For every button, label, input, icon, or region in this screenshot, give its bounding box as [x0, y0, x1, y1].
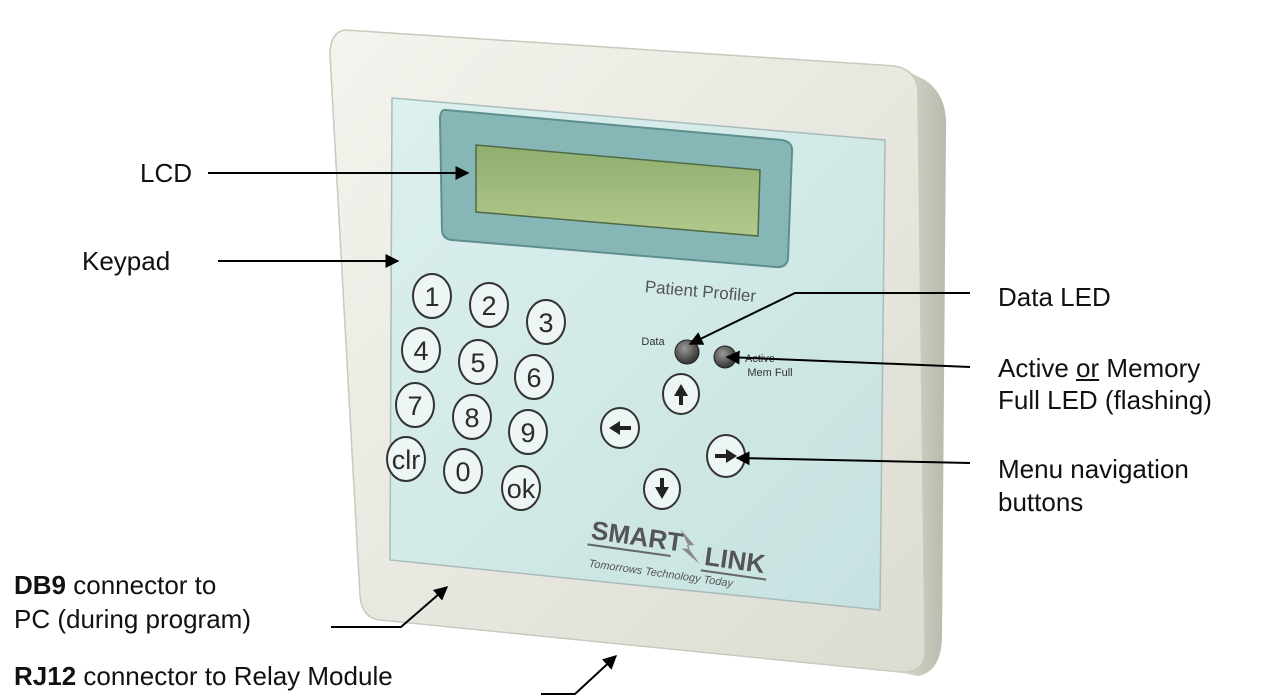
callout-lcd: LCD — [140, 158, 193, 188]
callout-db9-rest: connector to — [73, 570, 217, 600]
callout-data-led: Data LED — [998, 282, 1111, 312]
callout-active-led-word: Active — [998, 353, 1069, 383]
data-led — [674, 339, 700, 365]
callout-menu-nav-line-2: buttons — [998, 487, 1084, 517]
keypad-key-label: 6 — [526, 363, 541, 393]
keypad-key-clr[interactable]: clr — [386, 436, 426, 482]
keypad-key-3[interactable]: 3 — [526, 299, 566, 345]
callout-active-led-or: or — [1076, 353, 1100, 383]
nav-button-right[interactable] — [706, 434, 746, 478]
diagram-stage: Patient Profiler 1 2 3 4 5 6 7 8 9 clr 0 ok Data Ac… — [0, 0, 1268, 698]
keypad-key-2[interactable]: 2 — [469, 282, 509, 328]
callout-db9-bold: DB9 — [14, 570, 67, 600]
callout-rj12-bold: RJ12 — [14, 661, 77, 691]
keypad-key-0[interactable]: 0 — [443, 448, 483, 494]
keypad-key-label: 8 — [464, 403, 479, 433]
rj12-arrow — [541, 655, 618, 695]
keypad-key-label: 0 — [455, 457, 470, 487]
callout-active-led: Active or Memory — [998, 352, 1200, 384]
keypad-key-8[interactable]: 8 — [452, 394, 492, 440]
callout-rj12: RJ12 connector to Relay Module — [14, 660, 393, 692]
keypad-key-9[interactable]: 9 — [508, 409, 548, 455]
keypad-key-4[interactable]: 4 — [401, 327, 441, 373]
callout-active-led-memory: Memory — [1106, 353, 1201, 383]
nav-button-down[interactable] — [643, 468, 681, 510]
keypad-key-6[interactable]: 6 — [514, 354, 554, 400]
callout-db9-line-2: PC (during program) — [14, 604, 251, 634]
keypad-key-label: 9 — [520, 418, 535, 448]
nav-button-up[interactable] — [662, 373, 700, 415]
callout-menu-nav: Menu navigation — [998, 454, 1189, 484]
callout-keypad: Keypad — [82, 246, 171, 276]
keypad-key-1[interactable]: 1 — [412, 273, 452, 319]
keypad-key-label: 5 — [470, 348, 485, 378]
callout-active-led-line-2: Full LED (flashing) — [998, 385, 1212, 415]
keypad-key-label: 4 — [413, 336, 428, 366]
keypad-key-7[interactable]: 7 — [395, 382, 435, 428]
data-led-label: Data — [641, 336, 665, 348]
keypad-key-ok[interactable]: ok — [501, 465, 541, 511]
callout-rj12-rest: connector to Relay Module — [83, 661, 393, 691]
keypad-key-label: ok — [507, 474, 536, 504]
active-led-label-2: Mem Full — [747, 367, 792, 379]
keypad-key-label: 2 — [481, 291, 496, 321]
nav-button-left[interactable] — [600, 407, 640, 449]
callout-db9: DB9 connector to — [14, 569, 216, 601]
keypad-key-label: 1 — [424, 282, 439, 312]
keypad-key-label: 3 — [538, 308, 553, 338]
keypad-key-label: 7 — [407, 391, 422, 421]
keypad-key-5[interactable]: 5 — [458, 339, 498, 385]
keypad-key-label: clr — [392, 445, 421, 475]
